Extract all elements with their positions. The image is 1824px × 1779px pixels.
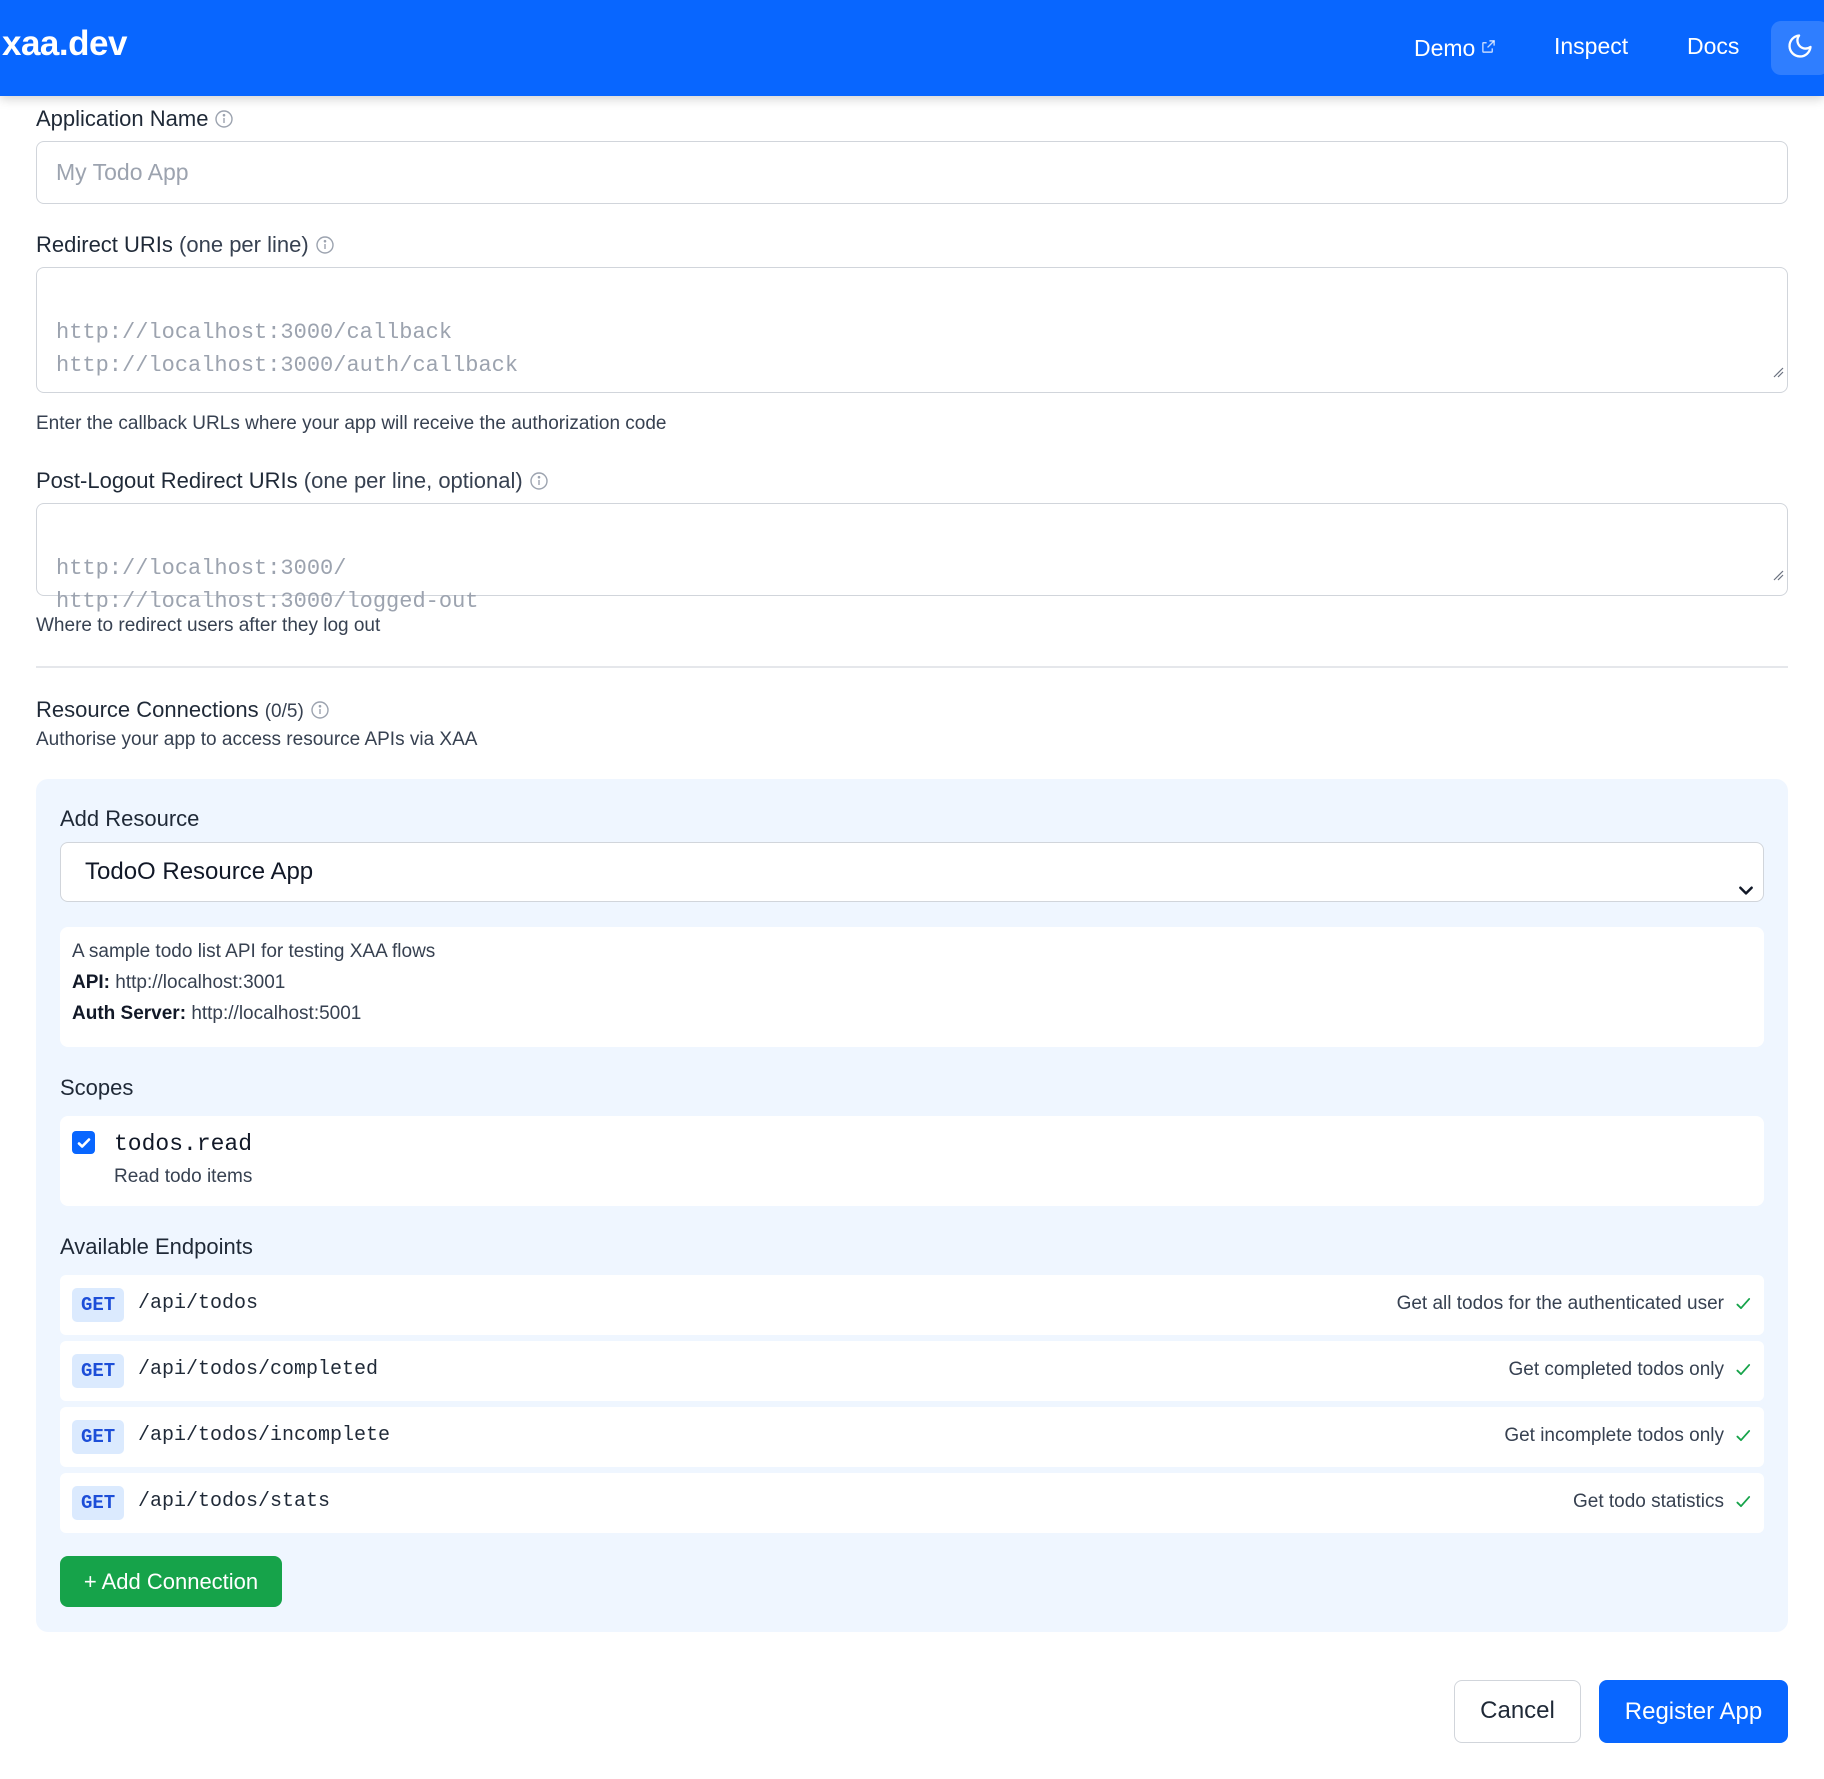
endpoint-row: GET /api/todos/incomplete Get incomplete…	[60, 1407, 1764, 1467]
app-name-label-text: Application Name	[36, 106, 209, 131]
endpoint-row: GET /api/todos/stats Get todo statistics	[60, 1473, 1764, 1533]
resource-api-label: API:	[72, 972, 110, 993]
post-logout-uri-placeholder-line: http://localhost:3000/	[56, 556, 347, 581]
theme-toggle-button[interactable]	[1771, 21, 1824, 75]
post-logout-uri-placeholder-line: http://localhost:3000/logged-out	[56, 589, 479, 614]
scope-name: todos.read	[114, 1131, 253, 1157]
nav-demo-link[interactable]: Demo	[1414, 33, 1496, 62]
check-icon	[1734, 1493, 1752, 1516]
http-method-badge: GET	[72, 1486, 125, 1520]
resource-auth-server-value: http://localhost:5001	[191, 1003, 362, 1024]
resource-description: A sample todo list API for testing XAA f…	[72, 941, 436, 962]
scope-checkbox[interactable]	[72, 1131, 95, 1154]
resize-handle-icon[interactable]	[1772, 559, 1784, 592]
app-name-placeholder: My Todo App	[56, 159, 189, 185]
check-icon	[1734, 1427, 1752, 1450]
resize-handle-icon[interactable]	[1772, 356, 1784, 389]
redirect-uri-placeholder-line: http://localhost:3000/callback	[56, 320, 453, 345]
http-method-badge: GET	[72, 1420, 125, 1454]
moon-icon	[1786, 32, 1814, 65]
post-logout-uris-label-suffix: (one per line, optional)	[303, 468, 523, 493]
endpoint-path: /api/todos	[138, 1292, 259, 1315]
resource-select[interactable]: TodoO Resource App	[60, 842, 1764, 902]
checkmark-icon	[77, 1137, 90, 1148]
nav-docs-link[interactable]: Docs	[1687, 33, 1739, 60]
register-app-button[interactable]: Register App	[1599, 1680, 1788, 1743]
endpoint-description: Get all todos for the authenticated user	[1396, 1293, 1724, 1314]
nav-inspect-link[interactable]: Inspect	[1554, 33, 1628, 60]
endpoint-description: Get completed todos only	[1508, 1359, 1724, 1380]
top-navbar: xaa.dev Demo Inspect Docs	[0, 0, 1824, 96]
post-logout-uris-textarea[interactable]: http://localhost:3000/ http://localhost:…	[36, 503, 1788, 614]
resource-auth-server-row: Auth Server: http://localhost:5001	[72, 1003, 1752, 1025]
endpoint-row: GET /api/todos Get all todos for the aut…	[60, 1275, 1764, 1335]
available-endpoints-label: Available Endpoints	[60, 1234, 253, 1259]
external-link-icon	[1481, 33, 1496, 60]
http-method-badge: GET	[72, 1288, 125, 1322]
resource-connections-title: Resource Connections (0/5)	[36, 697, 330, 726]
endpoint-row: GET /api/todos/completed Get completed t…	[60, 1341, 1764, 1401]
post-logout-uris-label-text: Post-Logout Redirect URIs	[36, 468, 298, 493]
info-icon[interactable]	[310, 700, 330, 726]
resource-api-row: API: http://localhost:3001	[72, 972, 1752, 994]
redirect-uri-placeholder-line: http://localhost:3000/auth/callback	[56, 353, 519, 378]
chevron-down-icon	[1737, 863, 1755, 920]
post-logout-uris-hint: Where to redirect users after they log o…	[36, 615, 381, 636]
http-method-badge: GET	[72, 1354, 125, 1388]
post-logout-uris-label: Post-Logout Redirect URIs (one per line,…	[36, 468, 549, 497]
resource-connection-panel: Add Resource TodoO Resource App A sample…	[36, 779, 1788, 1632]
endpoint-path: /api/todos/stats	[138, 1490, 331, 1513]
endpoint-description: Get incomplete todos only	[1504, 1425, 1724, 1446]
resource-api-value: http://localhost:3001	[115, 972, 286, 993]
redirect-uris-label-suffix: (one per line)	[179, 232, 309, 257]
info-icon[interactable]	[315, 235, 335, 261]
scopes-label: Scopes	[60, 1075, 134, 1100]
section-divider	[36, 666, 1788, 668]
app-name-input[interactable]: My Todo App	[36, 141, 1788, 204]
add-connection-button[interactable]: + Add Connection	[60, 1556, 282, 1607]
cancel-button[interactable]: Cancel	[1454, 1680, 1581, 1743]
check-icon	[1734, 1361, 1752, 1384]
resource-info-box: A sample todo list API for testing XAA f…	[60, 927, 1764, 1047]
endpoint-path: /api/todos/completed	[138, 1358, 379, 1381]
app-name-label: Application Name	[36, 106, 234, 135]
info-icon[interactable]	[529, 471, 549, 497]
resource-connections-subtitle: Authorise your app to access resource AP…	[36, 729, 478, 750]
add-resource-label: Add Resource	[60, 806, 200, 831]
endpoint-path: /api/todos/incomplete	[138, 1424, 391, 1447]
info-icon[interactable]	[214, 109, 234, 135]
redirect-uris-label: Redirect URIs (one per line)	[36, 232, 335, 261]
resource-connections-title-text: Resource Connections	[36, 697, 259, 722]
brand-logo[interactable]: xaa.dev	[2, 24, 127, 64]
scope-description: Read todo items	[114, 1166, 253, 1187]
redirect-uris-hint: Enter the callback URLs where your app w…	[36, 413, 667, 434]
nav-demo-label: Demo	[1414, 35, 1476, 61]
check-icon	[1734, 1295, 1752, 1318]
redirect-uris-textarea[interactable]: http://localhost:3000/callback http://lo…	[36, 267, 1788, 393]
resource-select-value: TodoO Resource App	[85, 858, 314, 885]
resource-connections-count: (0/5)	[264, 701, 304, 722]
endpoint-description: Get todo statistics	[1572, 1491, 1724, 1512]
redirect-uris-label-text: Redirect URIs	[36, 232, 173, 257]
resource-auth-server-label: Auth Server:	[72, 1003, 187, 1024]
scope-item: todos.read Read todo items	[60, 1116, 1764, 1206]
